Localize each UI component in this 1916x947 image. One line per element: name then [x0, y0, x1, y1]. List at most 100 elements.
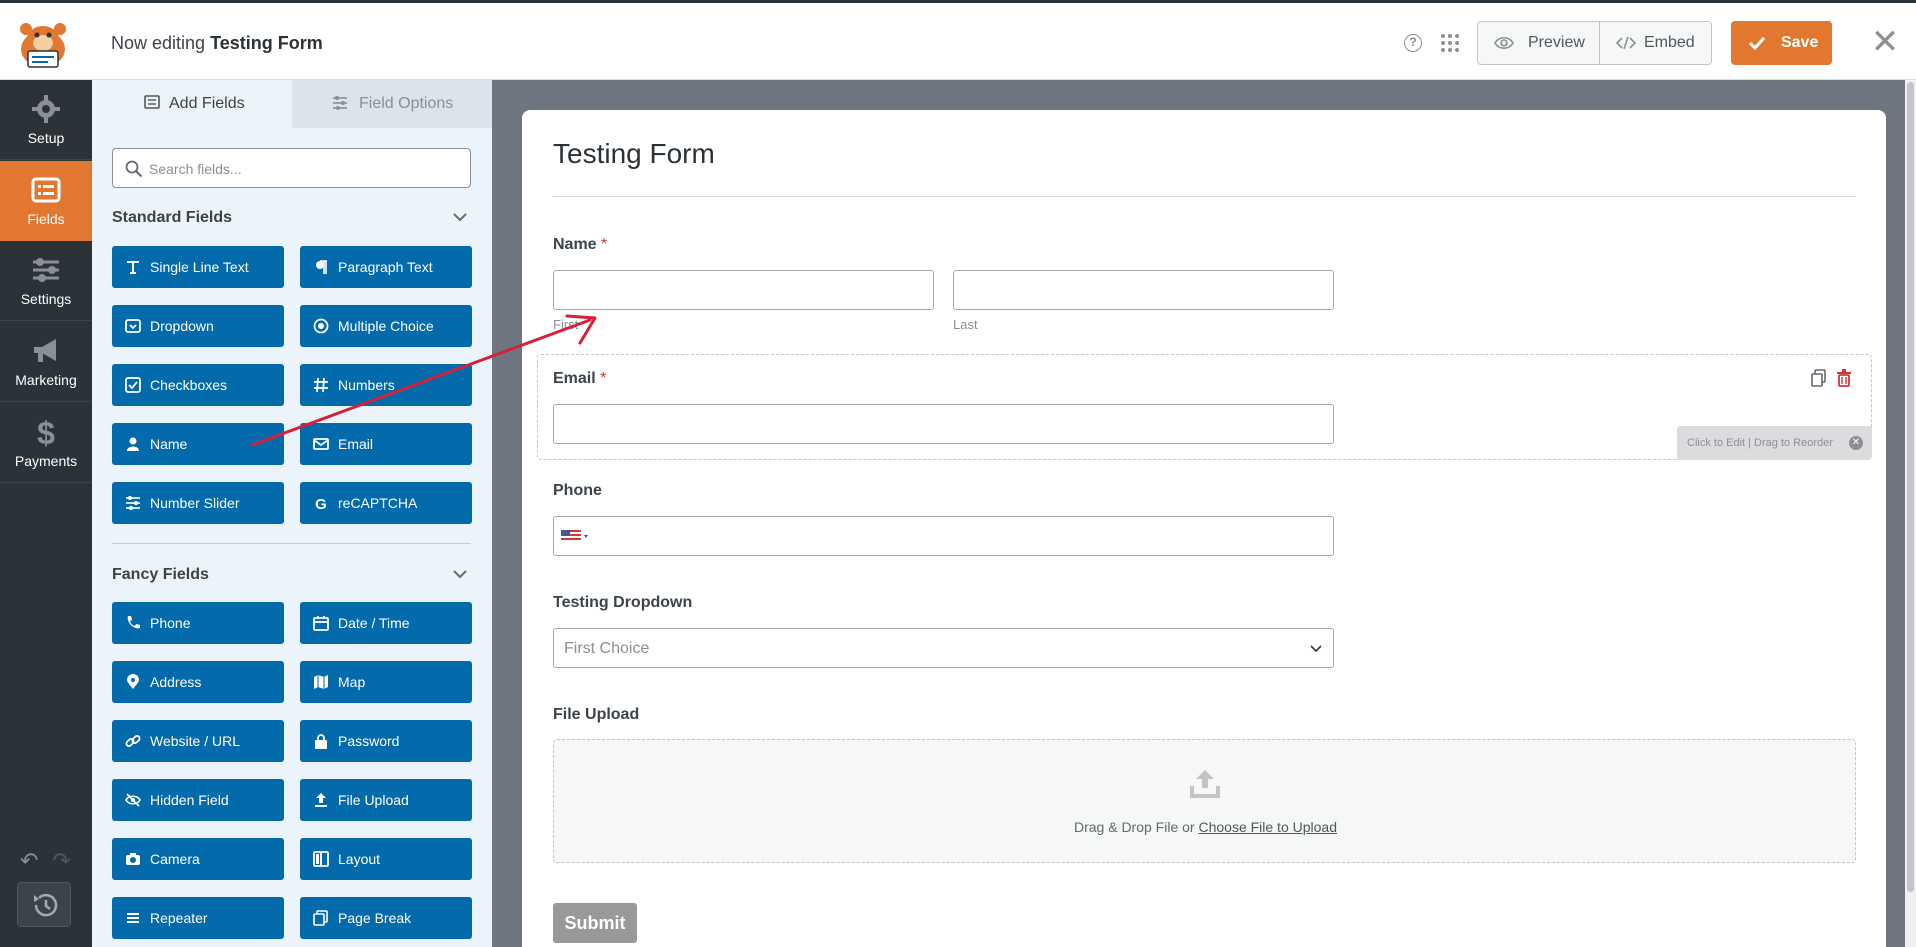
us-flag-icon[interactable]: [561, 530, 589, 542]
field-button-phone[interactable]: Phone: [112, 602, 284, 644]
help-icon[interactable]: ?: [1404, 34, 1422, 52]
name-last-input[interactable]: [953, 270, 1334, 310]
chevron-down-icon[interactable]: [453, 212, 467, 222]
chevron-down-icon[interactable]: [453, 569, 467, 579]
map-icon: [314, 675, 328, 689]
redo-icon[interactable]: ↷: [52, 848, 70, 873]
field-button-label: Website / URL: [150, 733, 240, 749]
nav-label-fields: Fields: [27, 211, 65, 227]
page-break-icon: [313, 910, 328, 926]
chevron-down-icon: [1310, 645, 1322, 653]
dollar-icon: $: [37, 417, 55, 447]
standard-fields-title[interactable]: Standard Fields: [112, 209, 232, 227]
fancy-fields-title[interactable]: Fancy Fields: [112, 566, 209, 584]
last-sublabel: Last: [953, 317, 978, 332]
nav-item-settings[interactable]: Settings: [0, 241, 92, 321]
field-button-label: Single Line Text: [150, 259, 249, 275]
name-field-label: Name *: [553, 236, 608, 253]
field-button-page-break[interactable]: Page Break: [300, 897, 472, 939]
nav-item-fields[interactable]: Fields: [0, 161, 92, 241]
sliders-icon: [33, 258, 59, 282]
tab-add-fields-label: Add Fields: [169, 95, 245, 112]
upload-instructions: Drag & Drop File or Choose File to Uploa…: [1073, 819, 1337, 835]
nav-item-setup[interactable]: Setup: [0, 80, 92, 160]
field-button-file-upload[interactable]: File Upload: [300, 779, 472, 821]
preview-scrollbar[interactable]: [1905, 80, 1916, 947]
choose-file-link[interactable]: Choose File to Upload: [1198, 819, 1337, 835]
gear-icon: [32, 95, 60, 123]
field-button-label: Paragraph Text: [338, 259, 433, 275]
single-line-text-icon: [127, 261, 139, 274]
paragraph-text-icon: [316, 260, 327, 274]
eye-icon: [1494, 36, 1514, 50]
field-button-paragraph-text[interactable]: Paragraph Text: [300, 246, 472, 288]
field-button-label: Map: [338, 674, 366, 690]
email-icon: [313, 438, 329, 450]
fields-panel: Add Fields Field Options Standard Fields…: [92, 80, 492, 947]
field-button-single-line-text[interactable]: Single Line Text: [112, 246, 284, 288]
field-button-name[interactable]: Name: [112, 423, 284, 465]
form-title[interactable]: Testing Form: [553, 138, 715, 170]
field-button-website-url[interactable]: Website / URL: [112, 720, 284, 762]
field-button-number-slider[interactable]: Number Slider: [112, 482, 284, 524]
field-button-numbers[interactable]: Numbers: [300, 364, 472, 406]
fields-icon: [31, 177, 61, 203]
field-button-label: Number Slider: [150, 495, 240, 511]
phone-icon: [127, 616, 140, 629]
field-button-layout[interactable]: Layout: [300, 838, 472, 880]
field-button-label: Layout: [338, 851, 381, 867]
field-button-label: reCAPTCHA: [338, 495, 418, 511]
field-button-label: Dropdown: [150, 318, 214, 334]
testing-dropdown[interactable]: First Choice: [553, 628, 1334, 668]
search-fields: [112, 148, 471, 188]
search-icon: [125, 160, 143, 178]
file-upload-dropzone[interactable]: Drag & Drop File or Choose File to Uploa…: [553, 739, 1856, 863]
field-button-label: Email: [338, 436, 374, 452]
svg-text:G: G: [315, 496, 327, 511]
field-button-date-time[interactable]: Date / Time: [300, 602, 472, 644]
field-button-dropdown[interactable]: Dropdown: [112, 305, 284, 347]
nav-item-payments[interactable]: $ Payments: [0, 403, 92, 483]
name-first-input[interactable]: [553, 270, 934, 310]
embed-button[interactable]: Embed: [1600, 22, 1711, 64]
save-button[interactable]: Save: [1731, 21, 1832, 65]
tab-add-fields[interactable]: Add Fields: [92, 80, 292, 128]
undo-redo: ↶ ↷: [20, 848, 85, 874]
trash-icon[interactable]: [1836, 369, 1852, 387]
file-upload-label: File Upload: [553, 706, 640, 723]
undo-icon[interactable]: ↶: [20, 848, 38, 873]
phone-input[interactable]: [553, 516, 1334, 556]
field-button-checkboxes[interactable]: Checkboxes: [112, 364, 284, 406]
header-bar: Now editing Testing Form ? Preview Embed…: [0, 3, 1916, 80]
field-button-password[interactable]: Password: [300, 720, 472, 762]
field-button-repeater[interactable]: Repeater: [112, 897, 284, 939]
embed-label: Embed: [1644, 34, 1695, 51]
field-button-email[interactable]: Email: [300, 423, 472, 465]
revisions-button[interactable]: [17, 882, 71, 927]
close-icon[interactable]: ✕: [1868, 25, 1902, 59]
field-button-camera[interactable]: Camera: [112, 838, 284, 880]
svg-text:$: $: [37, 417, 55, 447]
field-button-multiple-choice[interactable]: Multiple Choice: [300, 305, 472, 347]
field-button-hidden-field[interactable]: Hidden Field: [112, 779, 284, 821]
wpforms-bear-logo[interactable]: [12, 17, 74, 69]
submit-button[interactable]: Submit: [553, 903, 637, 943]
field-button-label: Password: [338, 733, 400, 749]
close-hint-icon[interactable]: ✕: [1849, 436, 1863, 450]
field-button-address[interactable]: Address: [112, 661, 284, 703]
camera-icon: [126, 853, 140, 865]
preview-button[interactable]: Preview: [1478, 22, 1600, 64]
save-label: Save: [1781, 34, 1819, 51]
nav-item-marketing[interactable]: Marketing: [0, 322, 92, 402]
duplicate-icon[interactable]: [1811, 369, 1827, 387]
email-input[interactable]: [553, 404, 1334, 444]
form-name: Testing Form: [210, 33, 323, 53]
field-button-recaptcha[interactable]: GreCAPTCHA: [300, 482, 472, 524]
field-button-map[interactable]: Map: [300, 661, 472, 703]
edit-reorder-hint[interactable]: Click to Edit | Drag to Reorder ✕: [1677, 426, 1872, 460]
nav-label-setup: Setup: [27, 130, 65, 146]
search-input[interactable]: [149, 158, 449, 180]
tab-field-options[interactable]: Field Options: [292, 80, 492, 128]
numbers-icon: [314, 377, 328, 393]
apps-grid-icon[interactable]: [1441, 34, 1459, 52]
